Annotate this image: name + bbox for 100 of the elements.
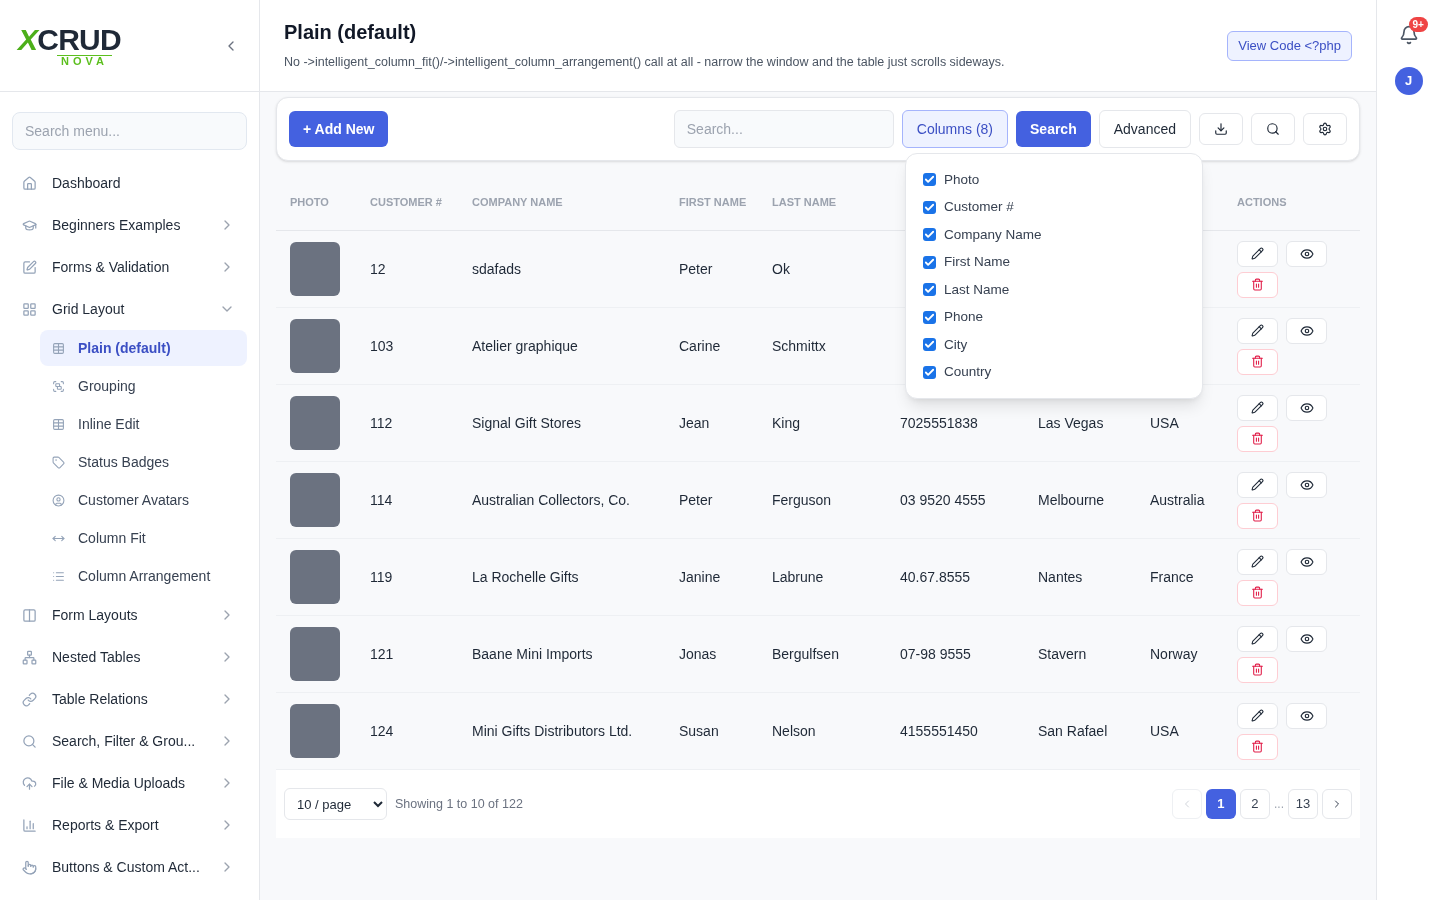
sidebar-item[interactable]: Beginners Examples	[12, 204, 247, 246]
sidebar-item[interactable]: Nested Tables	[12, 636, 247, 678]
view-button[interactable]	[1286, 548, 1327, 575]
table-cell-text: Labrune	[772, 567, 825, 587]
page-title: Plain (default)	[284, 20, 418, 45]
photo-placeholder	[290, 627, 340, 681]
table-cell-text: 119	[370, 567, 394, 587]
column-option[interactable]: City	[923, 331, 1185, 359]
column-option[interactable]: Photo	[923, 166, 1185, 194]
check-icon	[924, 284, 935, 296]
photo-placeholder	[290, 242, 340, 296]
table-cell-text: 40.67.8555	[900, 567, 972, 587]
page-size-select[interactable]: 10 / page	[284, 788, 387, 820]
delete-button[interactable]	[1237, 271, 1278, 298]
checkbox[interactable]	[923, 173, 936, 187]
checkbox[interactable]	[923, 365, 936, 379]
sidebar-item[interactable]: Reports & Export	[12, 804, 247, 846]
column-option[interactable]: Country	[923, 358, 1185, 386]
column-option[interactable]: Last Name	[923, 276, 1185, 304]
view-button[interactable]	[1286, 625, 1327, 652]
view-button[interactable]	[1286, 702, 1327, 729]
view-button[interactable]	[1286, 471, 1327, 498]
checkbox[interactable]	[923, 338, 936, 352]
search-field[interactable]: Search menu...	[12, 112, 247, 150]
view-code-button[interactable]: View Code <?php	[1227, 31, 1352, 61]
column-option[interactable]: First Name	[923, 248, 1185, 276]
delete-button[interactable]	[1237, 733, 1278, 760]
page-button[interactable]: 1	[1206, 789, 1236, 819]
column-header: COMPANY NAME	[472, 195, 564, 210]
pencil-icon	[1251, 478, 1264, 491]
sidebar-item[interactable]: Forms & Validation	[12, 246, 247, 288]
edit-button[interactable]	[1237, 471, 1278, 498]
column-header: FIRST NAME	[679, 195, 748, 210]
table-cell-text: Australia	[1150, 490, 1206, 510]
table-cell-text: Baane Mini Imports	[472, 644, 594, 664]
settings-button[interactable]	[1303, 113, 1347, 145]
table-cell-text: Carine	[679, 336, 722, 356]
add-new-button[interactable]: + Add New	[289, 111, 389, 147]
delete-button[interactable]	[1237, 502, 1278, 529]
search-field[interactable]: Search...	[673, 110, 894, 148]
checkbox[interactable]	[923, 283, 936, 297]
checkbox[interactable]	[923, 255, 936, 269]
edit-button[interactable]	[1237, 240, 1278, 267]
view-button[interactable]	[1286, 394, 1327, 421]
trash-icon	[1251, 278, 1264, 291]
page-button[interactable]: 2	[1240, 789, 1270, 819]
delete-button[interactable]	[1237, 579, 1278, 606]
sidebar-item[interactable]: Buttons & Custom Act...	[12, 846, 247, 888]
sidebar-item[interactable]: Grid Layout	[12, 288, 247, 330]
column-header: PHOTO	[290, 195, 330, 210]
submenu-item[interactable]: Column Fit	[40, 520, 247, 556]
edit-button[interactable]	[1237, 702, 1278, 729]
sidebar-item[interactable]: Dashboard	[12, 162, 247, 204]
search-button[interactable]: Search	[1016, 111, 1091, 147]
table-cell-text: Ok	[772, 259, 791, 279]
submenu-item[interactable]: Grouping	[40, 368, 247, 404]
sidebar-item[interactable]: File & Media Uploads	[12, 762, 247, 804]
view-button[interactable]	[1286, 240, 1327, 267]
edit-button[interactable]	[1237, 394, 1278, 421]
checkbox[interactable]	[923, 228, 936, 242]
submenu-item[interactable]: Column Arrangement	[40, 558, 247, 594]
submenu-icon	[52, 417, 65, 431]
menu-icon	[22, 301, 37, 317]
checkbox[interactable]	[923, 310, 936, 324]
checkbox[interactable]	[923, 200, 936, 214]
submenu-item[interactable]: Status Badges	[40, 444, 247, 480]
pencil-icon	[1251, 324, 1264, 337]
delete-button[interactable]	[1237, 656, 1278, 683]
column-option[interactable]: Customer #	[923, 193, 1185, 221]
eye-icon	[1299, 323, 1314, 338]
sidebar-item[interactable]: Form Layouts	[12, 594, 247, 636]
view-button[interactable]	[1286, 317, 1327, 344]
download-button[interactable]	[1199, 113, 1243, 145]
sidebar-item[interactable]: Table Relations	[12, 678, 247, 720]
menu-icon	[22, 607, 37, 623]
pencil-icon	[1251, 247, 1264, 260]
pencil-icon	[1251, 709, 1264, 722]
menu-icon	[22, 649, 37, 665]
advanced-button[interactable]: Advanced	[1098, 110, 1191, 148]
submenu-item[interactable]: Inline Edit	[40, 406, 247, 442]
eye-icon	[1299, 477, 1314, 492]
delete-button[interactable]	[1237, 348, 1278, 375]
user-avatar[interactable]: J	[1394, 67, 1423, 95]
columns-button[interactable]: Columns (8)	[901, 110, 1008, 148]
edit-button[interactable]	[1237, 625, 1278, 652]
sidebar-item[interactable]: Search, Filter & Grou...	[12, 720, 247, 762]
settings-icon	[1318, 122, 1332, 136]
table-cell-text: Las Vegas	[1038, 413, 1105, 433]
delete-button[interactable]	[1237, 425, 1278, 452]
column-option[interactable]: Phone	[923, 303, 1185, 331]
search-icon-button[interactable]	[1251, 113, 1295, 145]
column-option[interactable]: Company Name	[923, 221, 1185, 249]
table-cell-text: Nantes	[1038, 567, 1084, 587]
edit-button[interactable]	[1237, 317, 1278, 344]
page-button[interactable]: 13	[1288, 789, 1318, 819]
table-cell-text: 4155551450	[900, 721, 979, 741]
edit-button[interactable]	[1237, 548, 1278, 575]
submenu-item[interactable]: Customer Avatars	[40, 482, 247, 518]
table-cell-text: Nelson	[772, 721, 817, 741]
submenu-item[interactable]: Plain (default)	[40, 330, 247, 366]
